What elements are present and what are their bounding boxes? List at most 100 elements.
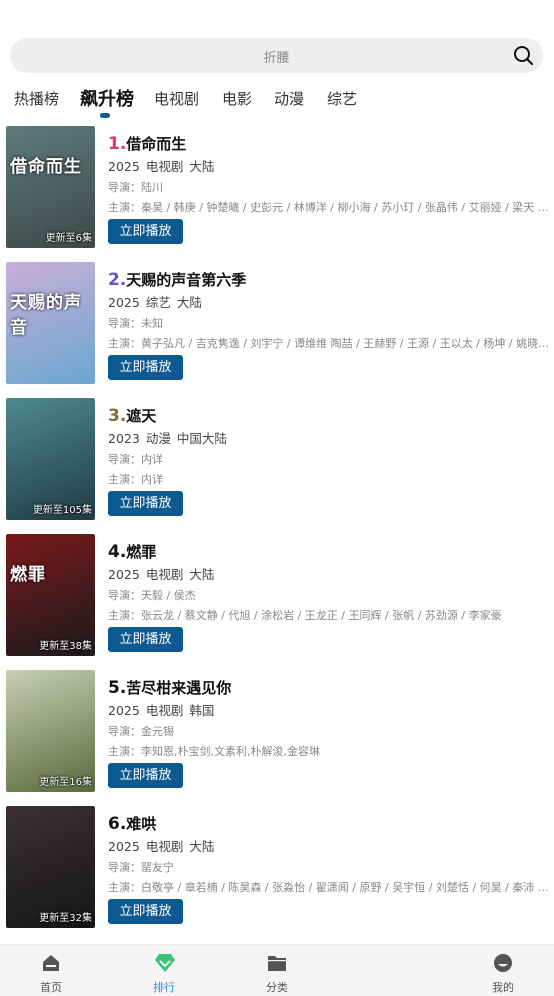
play-now-button[interactable]: 立即播放	[108, 627, 183, 652]
rank-number: 4.	[108, 542, 127, 562]
tab-variety[interactable]: 综艺	[327, 88, 357, 109]
nav-label: 排行	[153, 981, 175, 994]
item-title-text: 天赐的声音第六季	[126, 271, 247, 289]
tab-anime[interactable]: 动漫	[274, 88, 304, 109]
item-meta: 2025 电视剧 韩国	[108, 700, 220, 719]
item-cast: 主演：张云龙 / 蔡文静 / 代旭 / 涂松岩 / 王龙正 / 王同辉 / 张帆…	[108, 609, 502, 622]
tab-movie[interactable]: 电影	[222, 88, 252, 109]
item-director: 导演：罂友宁	[108, 861, 174, 874]
item-year: 2025	[108, 703, 140, 718]
rank-number: 3.	[108, 406, 127, 426]
profile-icon	[494, 954, 512, 972]
list-item[interactable]: 借命而生 更新至6集 1.借命而生 2025 电视剧 大陆 导演：陆川 主演：秦昊 …	[0, 126, 554, 250]
play-now-button[interactable]: 立即播放	[108, 355, 183, 380]
item-meta: 2025 电视剧 大陆	[108, 564, 220, 583]
item-meta: 2025 电视剧 大陆	[108, 836, 220, 855]
bottom-nav: 首页 排行 分类 我的	[0, 944, 554, 996]
item-year: 2023	[108, 431, 140, 446]
play-now-button[interactable]: 立即播放	[108, 899, 183, 924]
play-now-button[interactable]: 立即播放	[108, 763, 183, 788]
item-genre: 电视剧	[145, 567, 184, 582]
item-cast: 主演：白敬亭 / 章若楠 / 陈昊森 / 张淼怡 / 翟潇闻 / 原野 / 吴宇…	[108, 881, 550, 894]
item-cast: 主演：内详	[108, 473, 163, 486]
item-genre: 电视剧	[145, 159, 184, 174]
item-meta: 2025 电视剧 大陆	[108, 156, 220, 175]
nav-label: 分类	[266, 981, 288, 994]
ranking-icon	[155, 954, 175, 972]
item-region: 中国大陆	[176, 431, 227, 446]
item-title-text: 燃罪	[126, 543, 157, 561]
item-cast: 主演：黄子弘凡 / 吉克隽逸 / 刘宇宁 / 谭维维 陶喆 / 王赫野 / 王源…	[108, 337, 550, 350]
search-bar[interactable]: 折腰	[10, 38, 543, 73]
tab-hot[interactable]: 热播榜	[14, 88, 59, 109]
poster-image[interactable]: 更新至32集	[6, 806, 95, 928]
poster-image[interactable]: 天赐的声音	[6, 262, 95, 384]
item-region: 大陆	[189, 839, 215, 854]
item-title[interactable]: 3.遮天	[108, 405, 156, 426]
item-title-text: 苦尽柑来遇见你	[126, 679, 232, 697]
item-genre: 动漫	[145, 431, 171, 446]
nav-label: 我的	[492, 981, 514, 994]
play-now-button[interactable]: 立即播放	[108, 219, 183, 244]
item-year: 2025	[108, 295, 140, 310]
tab-tv[interactable]: 电视剧	[154, 88, 199, 109]
list-item[interactable]: 燃罪 更新至38集 4.燃罪 2025 电视剧 大陆 导演：天毅 / 侯杰 主演：张…	[0, 534, 554, 658]
item-director: 导演：内详	[108, 453, 163, 466]
poster-update-caption: 更新至32集	[39, 913, 92, 924]
item-region: 韩国	[189, 703, 215, 718]
item-region: 大陆	[189, 567, 215, 582]
poster-image[interactable]: 燃罪 更新至38集	[6, 534, 95, 656]
poster-title: 借命而生	[10, 157, 82, 177]
list-item[interactable]: 更新至32集 6.难哄 2025 电视剧 大陆 导演：罂友宁 主演：白敬亭 / 章若…	[0, 806, 554, 930]
rank-number: 1.	[108, 134, 127, 154]
item-genre: 综艺	[145, 295, 171, 310]
rank-number: 2.	[108, 270, 127, 290]
nav-category[interactable]: 分类	[247, 945, 307, 996]
item-title-text: 遮天	[126, 407, 157, 425]
category-tabs: 热播榜 飙升榜 电视剧 电影 动漫 综艺	[0, 82, 554, 122]
poster-image[interactable]: 更新至16集	[6, 670, 95, 792]
item-title[interactable]: 1.借命而生	[108, 133, 186, 154]
nav-label: 首页	[40, 981, 62, 994]
poster-update-caption: 更新至105集	[32, 505, 92, 516]
item-director: 导演：天毅 / 侯杰	[108, 589, 196, 602]
item-title[interactable]: 2.天赐的声音第六季	[108, 269, 246, 290]
poster-title: 天赐的声音	[10, 293, 82, 338]
home-icon	[43, 955, 59, 971]
nav-profile[interactable]: 我的	[473, 945, 533, 996]
item-region: 大陆	[189, 159, 215, 174]
item-director: 导演：未知	[108, 317, 163, 330]
folder-icon	[268, 956, 286, 971]
item-year: 2025	[108, 839, 140, 854]
poster-image[interactable]: 更新至105集	[6, 398, 95, 520]
poster-title: 燃罪	[10, 565, 46, 585]
poster-update-caption: 更新至16集	[39, 777, 92, 788]
poster-image[interactable]: 借命而生 更新至6集	[6, 126, 95, 248]
search-icon[interactable]	[513, 45, 534, 66]
item-title[interactable]: 4.燃罪	[108, 541, 156, 562]
item-title[interactable]: 6.难哄	[108, 813, 156, 834]
rank-number: 6.	[108, 814, 127, 834]
item-director: 导演：金元锡	[108, 725, 174, 738]
item-cast: 主演：李知恩,朴宝剑,文素利,朴解浚,金容琳	[108, 745, 320, 758]
item-meta: 2023 动漫 中国大陆	[108, 428, 233, 447]
active-tab-indicator	[100, 113, 110, 118]
nav-ranking[interactable]: 排行	[134, 945, 194, 996]
rank-number: 5.	[108, 678, 127, 698]
list-item[interactable]: 更新至105集 3.遮天 2023 动漫 中国大陆 导演：内详 主演：内详 立即播放	[0, 398, 554, 522]
item-title[interactable]: 5.苦尽柑来遇见你	[108, 677, 231, 698]
item-genre: 电视剧	[145, 703, 184, 718]
tab-rising[interactable]: 飙升榜	[80, 85, 134, 111]
item-genre: 电视剧	[145, 839, 184, 854]
list-item[interactable]: 更新至16集 5.苦尽柑来遇见你 2025 电视剧 韩国 导演：金元锡 主演：李知恩…	[0, 670, 554, 794]
list-item[interactable]: 天赐的声音 2.天赐的声音第六季 2025 综艺 大陆 导演：未知 主演：黄子弘凡 …	[0, 262, 554, 386]
item-title-text: 难哄	[126, 815, 157, 833]
item-director: 导演：陆川	[108, 181, 163, 194]
item-year: 2025	[108, 567, 140, 582]
item-cast: 主演：秦昊 / 韩庚 / 钟楚曦 / 史彭元 / 林博洋 / 柳小海 / 苏小玎…	[108, 201, 550, 214]
item-meta: 2025 综艺 大陆	[108, 292, 208, 311]
play-now-button[interactable]: 立即播放	[108, 491, 183, 516]
item-region: 大陆	[176, 295, 202, 310]
nav-home[interactable]: 首页	[21, 945, 81, 996]
poster-update-caption: 更新至6集	[45, 233, 92, 244]
